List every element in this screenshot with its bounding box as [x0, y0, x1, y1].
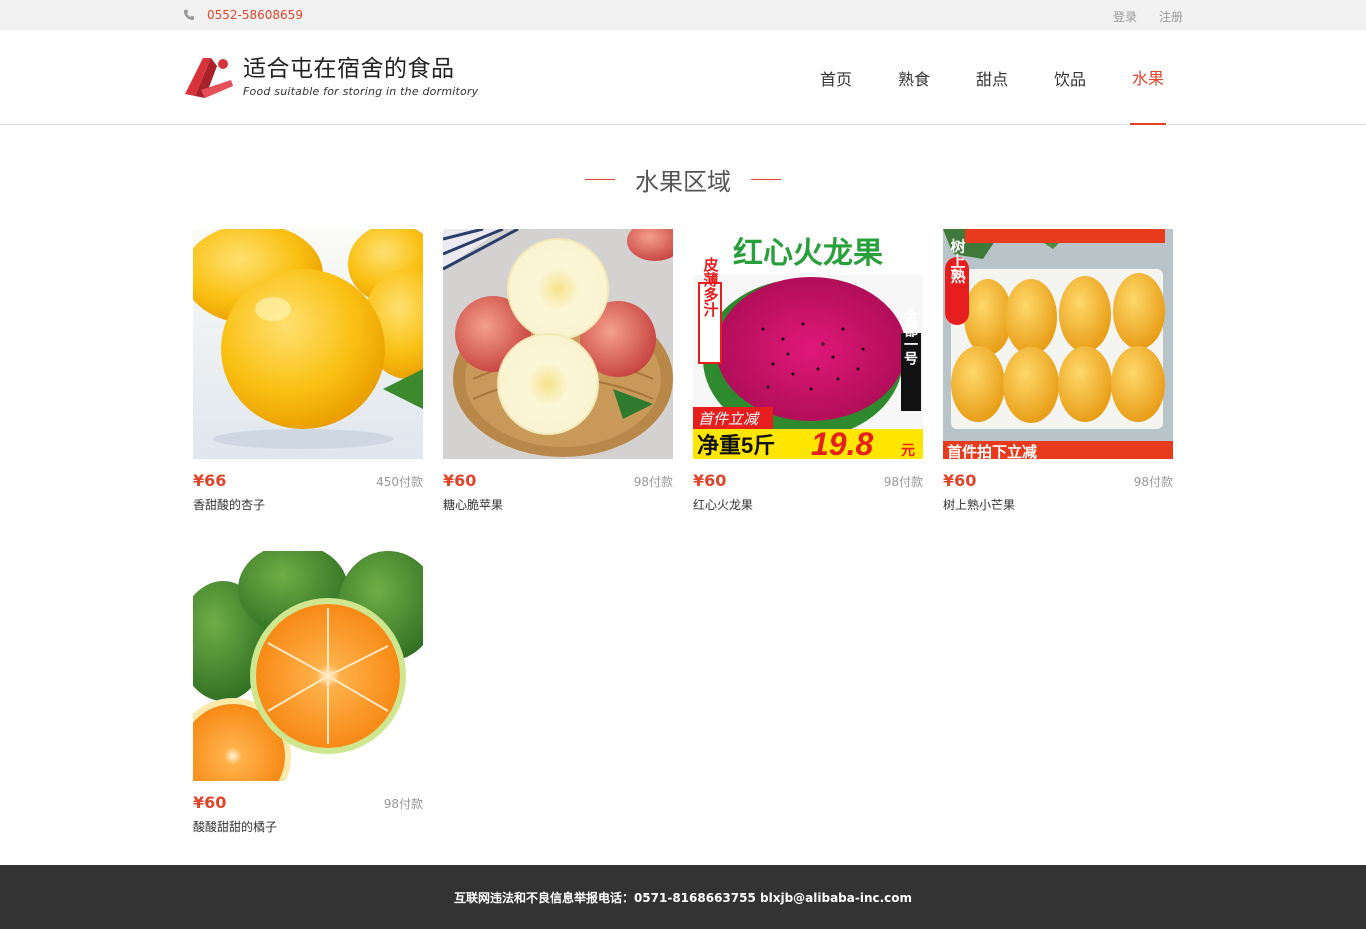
- product-image[interactable]: [443, 229, 673, 459]
- product-grid: ¥66 450付款 香甜酸的杏子 ¥60 98付款 糖心脆苹果 红心火龙果 皮薄…: [193, 229, 1173, 835]
- section-title: 水果区域: [635, 168, 731, 196]
- product-name[interactable]: 香甜酸的杏子: [193, 496, 423, 513]
- mango-image: 树上熟 首件拍下立减: [943, 229, 1173, 459]
- register-link[interactable]: 注册: [1159, 8, 1183, 25]
- product-sales: 98付款: [883, 475, 923, 489]
- nav-item-drinks[interactable]: 饮品: [1031, 30, 1109, 125]
- apricot-image: [193, 229, 423, 459]
- dragon-title-text: 红心火龙果: [733, 237, 883, 270]
- product-price: ¥60: [943, 471, 977, 490]
- phone-number: 0552-58608659: [207, 8, 303, 22]
- product-sales: 98付款: [1133, 475, 1173, 489]
- dragon-weight: 净重5斤: [697, 433, 775, 458]
- product-image[interactable]: [193, 229, 423, 459]
- product-card[interactable]: ¥66 450付款 香甜酸的杏子: [193, 229, 423, 513]
- brand-logo-icon: [185, 58, 233, 98]
- main-nav: 首页 熟食 甜点 饮品 水果: [797, 30, 1187, 125]
- nav-item-cooked-food[interactable]: 熟食: [875, 30, 953, 125]
- product-image[interactable]: 红心火龙果 皮薄多汁 金都一号 首件立减 净重5斤 19.8 元: [693, 229, 923, 459]
- nav-label: 水果: [1131, 68, 1164, 88]
- apple-image: [443, 229, 673, 459]
- nav-label: 熟食: [897, 69, 930, 89]
- product-price: ¥60: [193, 793, 227, 812]
- mango-banner: 首件拍下立减: [947, 443, 1037, 459]
- product-sales: 450付款: [376, 475, 423, 489]
- nav-item-desserts[interactable]: 甜点: [953, 30, 1031, 125]
- dragon-price: 19.8: [811, 426, 873, 459]
- top-bar: 0552-58608659 登录 注册: [0, 0, 1366, 30]
- dragon-unit: 元: [901, 442, 915, 458]
- product-price: ¥66: [193, 471, 227, 490]
- heading-line-left: [585, 179, 615, 180]
- product-price: ¥60: [693, 471, 727, 490]
- product-name[interactable]: 糖心脆苹果: [443, 496, 673, 513]
- dragon-fruit-image: 红心火龙果 皮薄多汁 金都一号 首件立减 净重5斤 19.8 元: [693, 229, 923, 459]
- product-name[interactable]: 树上熟小芒果: [943, 496, 1173, 513]
- section-heading: 水果区域: [0, 162, 1366, 197]
- site-header: 适合屯在宿舍的食品 Food suitable for storing in t…: [0, 30, 1366, 125]
- dragon-banner: 首件立减: [698, 411, 760, 428]
- phone-icon: [183, 9, 195, 21]
- nav-label: 饮品: [1053, 69, 1086, 89]
- footer-report-text: 互联网违法和不良信息举报电话：0571-8168663755 blxjb@ali…: [453, 890, 913, 905]
- contact-phone: 0552-58608659: [183, 8, 303, 22]
- product-card[interactable]: ¥60 98付款 糖心脆苹果: [443, 229, 673, 513]
- nav-label: 首页: [819, 69, 852, 89]
- product-name[interactable]: 酸酸甜甜的橘子: [193, 818, 423, 835]
- dragon-side-left: 皮薄多汁: [702, 256, 719, 318]
- site-footer: 互联网违法和不良信息举报电话：0571-8168663755 blxjb@ali…: [0, 865, 1366, 929]
- auth-links: 登录 注册: [1113, 8, 1183, 25]
- login-link[interactable]: 登录: [1113, 8, 1137, 25]
- site-subtitle: Food suitable for storing in the dormito…: [243, 85, 479, 98]
- product-image[interactable]: 树上熟 首件拍下立减: [943, 229, 1173, 459]
- product-sales: 98付款: [633, 475, 673, 489]
- nav-label: 甜点: [975, 69, 1008, 89]
- product-name[interactable]: 红心火龙果: [693, 496, 923, 513]
- product-card[interactable]: 树上熟 首件拍下立减 ¥60 98付款 树上熟小芒果: [943, 229, 1173, 513]
- product-card[interactable]: 红心火龙果 皮薄多汁 金都一号 首件立减 净重5斤 19.8 元 ¥60 98付…: [693, 229, 923, 513]
- nav-item-home[interactable]: 首页: [797, 30, 875, 125]
- dragon-side-right: 金都一号: [903, 308, 919, 366]
- orange-image: [193, 551, 423, 781]
- site-logo[interactable]: 适合屯在宿舍的食品 Food suitable for storing in t…: [183, 52, 478, 102]
- product-image[interactable]: [193, 551, 423, 781]
- mango-tag: 树上熟: [949, 238, 966, 285]
- product-card[interactable]: ¥60 98付款 酸酸甜甜的橘子: [193, 551, 423, 835]
- nav-item-fruit[interactable]: 水果: [1109, 30, 1187, 125]
- product-price: ¥60: [443, 471, 477, 490]
- product-sales: 98付款: [383, 797, 423, 811]
- site-title: 适合屯在宿舍的食品: [243, 56, 455, 82]
- heading-line-right: [751, 179, 781, 180]
